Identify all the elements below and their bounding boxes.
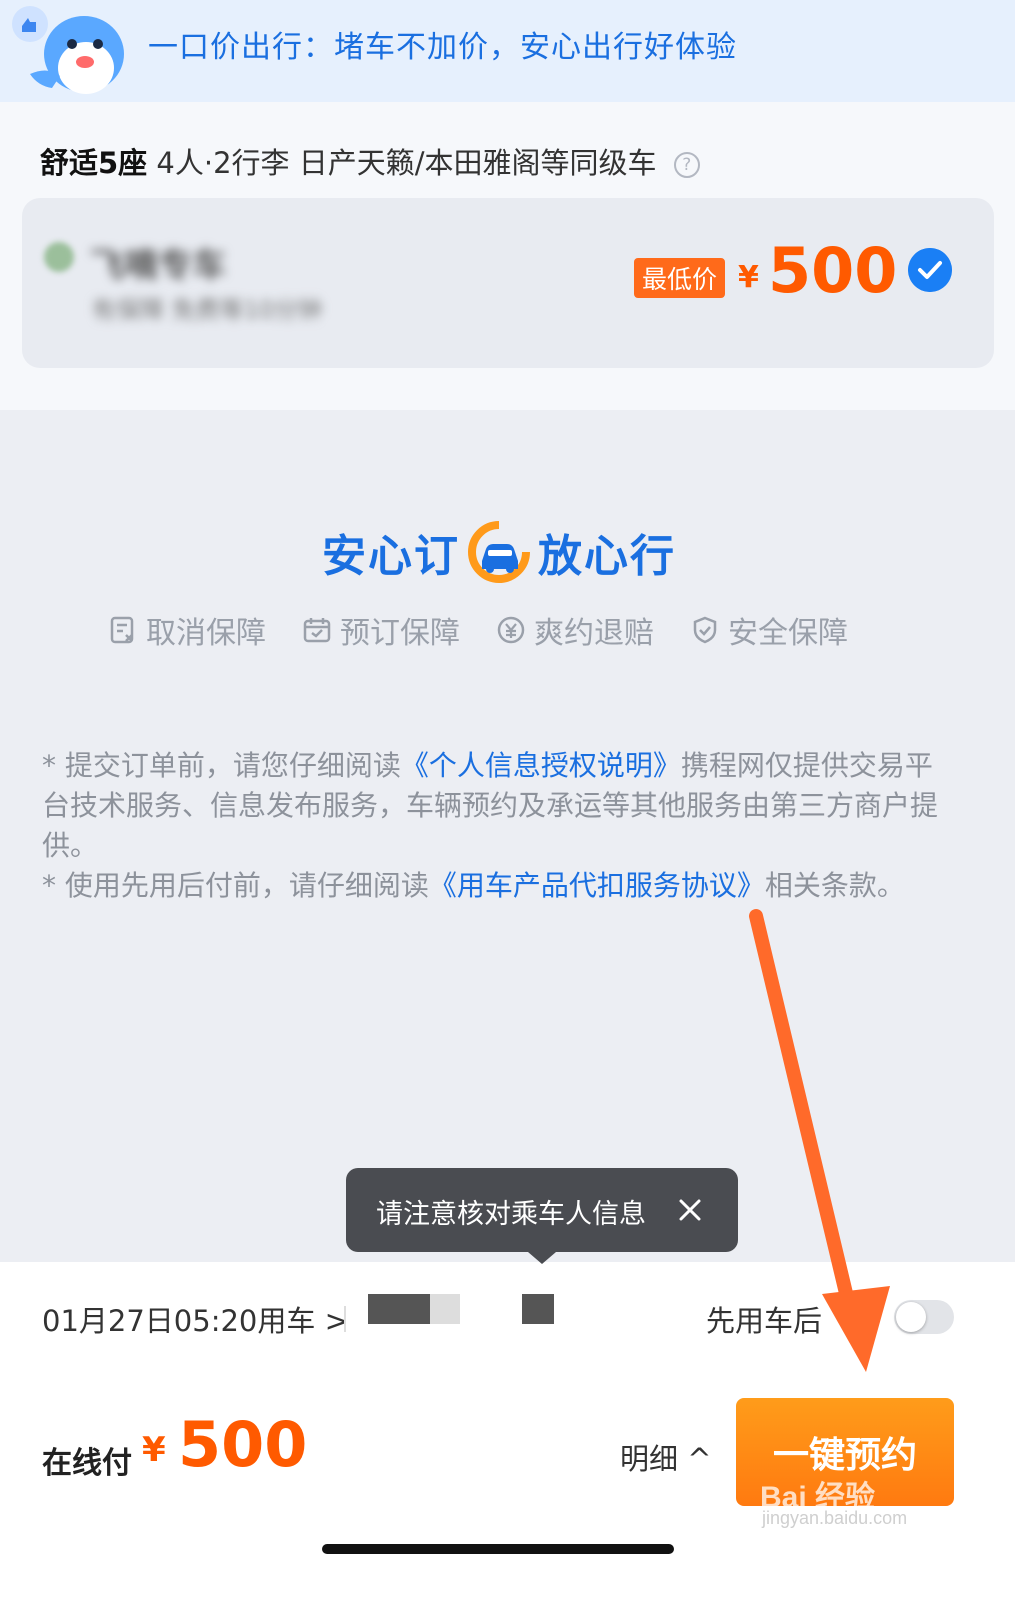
cancel-receipt-icon xyxy=(110,616,134,644)
ride-datetime-text: 01月27日05:20用车 xyxy=(42,1304,316,1338)
passenger-redacted[interactable] xyxy=(368,1294,430,1324)
provider-card[interactable]: 飞嘀专车 有保障 免费等10分钟 最低价 ¥ 500 xyxy=(22,198,994,368)
paylater-label: 先用车后 xyxy=(706,1304,823,1338)
notice-line2-pre: * 使用先用后付前，请仔细阅读 xyxy=(42,869,429,902)
guarantee-cancel[interactable]: 取消保障 xyxy=(108,608,266,652)
paylater-toggle[interactable] xyxy=(894,1300,954,1334)
vehicle-section: 舒适5座 4人·2行李 日产天籁/本田雅阁等同级车 ? 飞嘀专车 有保障 免费等… xyxy=(0,102,1015,410)
guarantee-booking-label: 预订保障 xyxy=(340,616,460,651)
provider-logo xyxy=(44,242,74,272)
guarantee-refund-label: 爽约退赔 xyxy=(534,616,654,651)
tooltip-tail xyxy=(528,1252,556,1264)
lowest-price-badge: 最低价 xyxy=(634,258,726,298)
guarantee-refund[interactable]: 爽约退赔 xyxy=(496,608,654,652)
assurance-logo: 安心订 放心行 xyxy=(322,520,676,584)
online-pay-label: 在线付 xyxy=(42,1446,132,1481)
vehicle-models: 日产天籁/本田雅阁等同级车 xyxy=(298,146,657,180)
guarantee-safety[interactable]: 安全保障 xyxy=(690,608,848,652)
privacy-authorization-link[interactable]: 《个人信息授权说明》 xyxy=(401,749,681,782)
calendar-icon xyxy=(303,618,331,643)
provider-price-currency: ¥ xyxy=(738,260,759,295)
passenger-redacted xyxy=(430,1294,460,1324)
toggle-knob xyxy=(896,1302,926,1332)
tooltip-text: 请注意核对乘车人信息 xyxy=(376,1199,646,1230)
terms-notice: * 提交订单前，请您仔细阅读《个人信息授权说明》携程网仅提供交易平台技术服务、信… xyxy=(42,746,942,906)
checkmark-icon[interactable] xyxy=(908,248,952,292)
provider-price: 500 xyxy=(768,234,898,307)
total-currency: ¥ xyxy=(142,1430,166,1470)
guarantee-safety-label: 安全保障 xyxy=(728,616,848,651)
provider-name: 飞嘀专车 xyxy=(90,246,226,286)
dolphin-mascot-icon xyxy=(12,6,124,94)
guarantee-cancel-label: 取消保障 xyxy=(146,616,266,651)
vehicle-class-row: 舒适5座 4人·2行李 日产天籁/本田雅阁等同级车 ? xyxy=(40,140,700,182)
guarantee-booking[interactable]: 预订保障 xyxy=(302,608,460,652)
car-icon xyxy=(468,521,530,583)
banner-text: 一口价出行：堵车不加价，安心出行好体验 xyxy=(148,30,737,65)
vehicle-capacity: 4人·2行李 xyxy=(156,146,290,180)
home-indicator xyxy=(322,1544,674,1554)
promo-banner: 一口价出行：堵车不加价，安心出行好体验 xyxy=(0,0,1015,102)
price-detail-button[interactable]: 明细 ^ xyxy=(620,1436,712,1478)
notice-line2-post: 相关条款。 xyxy=(764,869,905,902)
provider-desc: 有保障 免费等10分钟 xyxy=(92,296,323,324)
watermark-url: jingyan.baidu.com xyxy=(762,1508,908,1528)
question-circle-icon[interactable]: ? xyxy=(673,152,700,178)
divider xyxy=(344,1306,346,1332)
assurance-right-text: 放心行 xyxy=(538,531,676,582)
deduction-agreement-link[interactable]: 《用车产品代扣服务协议》 xyxy=(429,869,765,902)
passenger-info-tooltip: 请注意核对乘车人信息 xyxy=(346,1168,738,1264)
shield-icon xyxy=(693,616,717,644)
price-detail-label: 明细 xyxy=(620,1442,679,1476)
chevron-up-icon: ^ xyxy=(687,1442,712,1476)
assurance-left-text: 安心订 xyxy=(322,531,460,582)
passenger-redacted xyxy=(522,1294,554,1324)
total-price: 500 xyxy=(178,1408,308,1481)
guarantee-list: 取消保障 预订保障 爽约退赔 安全保障 xyxy=(108,608,848,652)
yuan-refund-icon xyxy=(497,616,525,644)
ride-datetime[interactable]: 01月27日05:20用车 > xyxy=(42,1298,349,1340)
notice-line1-pre: * 提交订单前，请您仔细阅读 xyxy=(42,749,401,782)
vehicle-class-name: 舒适5座 xyxy=(40,146,148,180)
close-icon[interactable] xyxy=(676,1196,704,1224)
